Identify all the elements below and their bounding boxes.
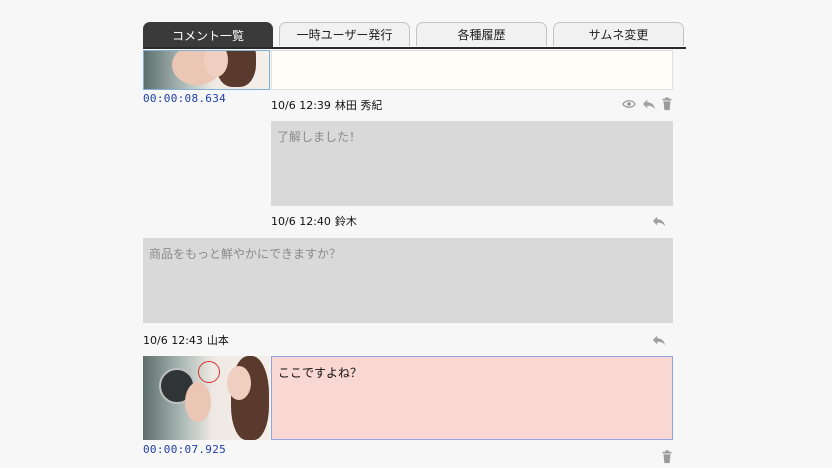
tab-bar: コメント一覧 一時ユーザー発行 各種履歴 サムネ変更 — [143, 22, 686, 50]
eye-icon[interactable] — [622, 97, 636, 111]
timecode-link[interactable]: 00:00:08.634 — [143, 92, 226, 105]
reply-icon[interactable] — [652, 333, 666, 347]
tab-underline — [143, 47, 686, 49]
comment-meta: 10/6 12:43 山本 — [143, 332, 229, 348]
trash-icon[interactable] — [660, 97, 674, 111]
comment-author: 鈴木 — [334, 215, 357, 228]
reply-icon[interactable] — [642, 97, 656, 111]
tab-comment-list[interactable]: コメント一覧 — [143, 22, 273, 48]
tab-history[interactable]: 各種履歴 — [416, 22, 547, 46]
tab-temp-user[interactable]: 一時ユーザー発行 — [279, 22, 410, 46]
comment-meta: 10/6 12:40 鈴木 — [271, 213, 357, 229]
comment-body: ここですよね？ — [271, 356, 673, 440]
reply-icon[interactable] — [652, 214, 666, 228]
timecode-link[interactable]: 00:00:07.925 — [143, 443, 226, 456]
comment-panel: コメント一覧 一時ユーザー発行 各種履歴 サムネ変更 00:00:08.634 … — [0, 0, 832, 468]
comment-date: 10/6 12:40 — [271, 215, 331, 228]
comment-meta: 10/6 12:39 林田 秀紀 — [271, 97, 382, 113]
comment-input-box[interactable] — [271, 50, 673, 90]
comment-body: 商品をもっと鮮やかにできますか？ — [143, 238, 673, 323]
tab-thumbnail-change[interactable]: サムネ変更 — [553, 22, 684, 46]
annotation-circle-marker — [198, 361, 220, 383]
comment-thumbnail[interactable] — [143, 50, 270, 90]
comment-body: 了解しました！ — [271, 121, 673, 206]
comment-date: 10/6 12:43 — [143, 334, 203, 347]
comment-author: 林田 秀紀 — [334, 99, 383, 112]
comment-author: 山本 — [206, 334, 229, 347]
trash-icon[interactable] — [660, 450, 674, 464]
comment-date: 10/6 12:39 — [271, 99, 331, 112]
